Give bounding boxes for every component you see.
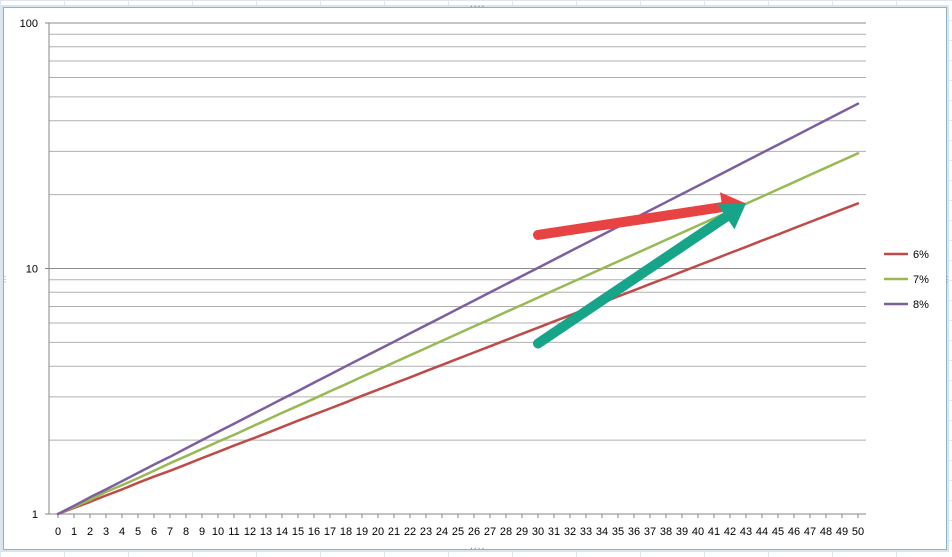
x-tick-label: 26: [468, 526, 480, 538]
x-tick-label: 47: [804, 526, 816, 538]
x-tick-label: 41: [708, 526, 720, 538]
x-tick-label: 6: [151, 526, 157, 538]
legend-item-6pct[interactable]: 6%: [884, 249, 929, 261]
y-tick-label: 1: [32, 509, 38, 521]
legend-item-7pct[interactable]: 7%: [884, 274, 929, 286]
x-tick-label: 21: [388, 526, 400, 538]
chart-canvas: 110100 0 1 2 3 4 5 6 7 8 9 10 11 12 13 14 15 16 17 18 19 20 2…: [20, 18, 929, 538]
x-tick-label: 18: [340, 526, 352, 538]
x-tick-label: 0: [55, 526, 61, 538]
x-tick-label: 36: [628, 526, 640, 538]
x-tick-label: 35: [612, 526, 624, 538]
x-tick-label: 1: [71, 526, 77, 538]
legend-label: 8%: [913, 299, 929, 311]
x-tick-label: 43: [740, 526, 752, 538]
x-tick-label: 31: [548, 526, 560, 538]
gridlines: [49, 22, 866, 515]
x-tick-label: 15: [292, 526, 304, 538]
x-tick-label: 34: [596, 526, 608, 538]
x-tick-label: 38: [660, 526, 672, 538]
legend[interactable]: 6% 7% 8%: [884, 249, 929, 311]
x-tick-label: 44: [756, 526, 768, 538]
x-tick-label: 25: [452, 526, 464, 538]
x-tick-label: 40: [692, 526, 704, 538]
x-tick-label: 27: [484, 526, 496, 538]
x-tick-label: 46: [788, 526, 800, 538]
x-tick-label: 28: [500, 526, 512, 538]
series-lines: [56, 102, 860, 516]
x-tick-label: 33: [580, 526, 592, 538]
x-tick-label: 14: [276, 526, 288, 538]
annotation-arrows: [533, 192, 746, 349]
x-tick-label: 17: [324, 526, 336, 538]
x-tick-label: 37: [644, 526, 656, 538]
x-tick-label: 13: [260, 526, 272, 538]
y-tick-label: 10: [26, 264, 38, 276]
x-tick-label: 8: [183, 526, 189, 538]
x-tick-label: 4: [119, 526, 125, 538]
x-tick-label: 11: [228, 526, 239, 538]
legend-item-8pct[interactable]: 8%: [884, 299, 929, 311]
series-line-8pct: [56, 102, 860, 516]
x-tick-label: 10: [212, 526, 224, 538]
x-tick-label: 5: [135, 526, 141, 538]
x-tick-label: 49: [836, 526, 848, 538]
legend-label: 7%: [913, 274, 929, 286]
arrow-shaft: [533, 202, 728, 240]
x-tick-label: 9: [199, 526, 205, 538]
x-tick-label: 12: [244, 526, 256, 538]
x-tick-label: 42: [724, 526, 736, 538]
x-tick-label: 16: [308, 526, 320, 538]
series-line-6pct: [56, 202, 860, 516]
x-tick-label: 20: [372, 526, 384, 538]
y-tick-label: 100: [20, 18, 38, 30]
legend-label: 6%: [913, 249, 929, 261]
x-tick-label: 30: [532, 526, 544, 538]
x-tick-label: 39: [676, 526, 688, 538]
x-tick-label: 48: [820, 526, 832, 538]
x-tick-label: 3: [103, 526, 109, 538]
x-tick-label: 32: [564, 526, 576, 538]
x-tick-label: 45: [772, 526, 784, 538]
spreadsheet-background: ···· ···· ⋮ ⋮ 1 10 100 0 1 2 3 4 5 6 7 8 9 10 11 12 13 1…: [0, 0, 952, 557]
x-tick-label: 7: [167, 526, 173, 538]
x-tick-label: 50: [852, 526, 864, 538]
x-tick-label: 23: [420, 526, 432, 538]
y-tick-labels: 1 10 100: [20, 18, 38, 521]
x-tick-label: 19: [356, 526, 368, 538]
x-tick-labels: 0 1 2 3 4 5 6 7 8 9 10 11 12 13 14 15 16 17 18 19 20 21 22 23 24…: [55, 526, 864, 538]
x-tick-label: 2: [87, 526, 93, 538]
x-tick-label: 29: [516, 526, 528, 538]
x-tick-label: 24: [436, 526, 448, 538]
x-tick-label: 22: [404, 526, 416, 538]
